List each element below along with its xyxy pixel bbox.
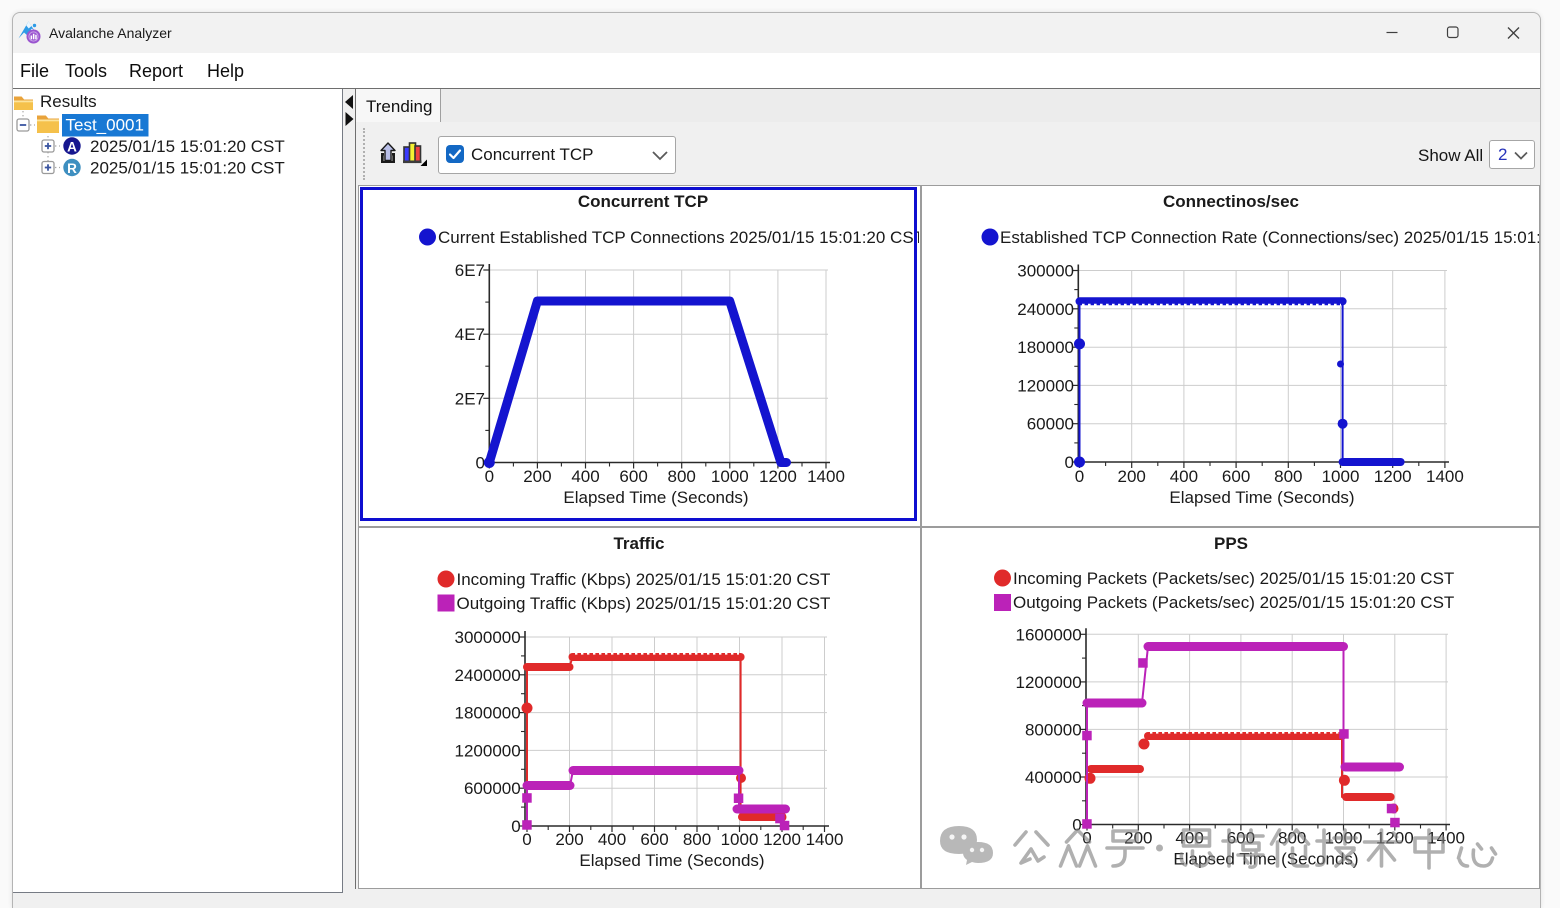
svg-text:200: 200 (555, 830, 583, 849)
svg-text:1200: 1200 (1374, 467, 1412, 486)
svg-text:1200000: 1200000 (455, 741, 521, 760)
svg-text:1800000: 1800000 (455, 704, 521, 723)
svg-text:0: 0 (522, 830, 531, 849)
svg-text:240000: 240000 (1017, 300, 1074, 319)
svg-text:600: 600 (1222, 467, 1250, 486)
svg-text:A: A (67, 140, 77, 155)
svg-text:1200000: 1200000 (1016, 673, 1082, 692)
svg-text:Incoming Traffic (Kbps) 2025/0: Incoming Traffic (Kbps) 2025/01/15 15:01… (457, 570, 831, 589)
svg-text:2025/01/15 15:01:20 CST: 2025/01/15 15:01:20 CST (90, 159, 285, 178)
svg-text:Outgoing Packets (Packets/sec): Outgoing Packets (Packets/sec) 2025/01/1… (1013, 593, 1454, 612)
svg-text:2025/01/15 15:01:20 CST: 2025/01/15 15:01:20 CST (90, 137, 285, 156)
svg-text:Connectinos/sec: Connectinos/sec (1163, 192, 1299, 211)
svg-text:3000000: 3000000 (455, 628, 521, 647)
svg-text:1000: 1000 (721, 830, 759, 849)
svg-text:400000: 400000 (1025, 768, 1082, 787)
svg-text:0: 0 (511, 817, 520, 836)
svg-text:200: 200 (1118, 467, 1146, 486)
svg-text:1400: 1400 (1426, 467, 1464, 486)
svg-text:400: 400 (598, 830, 626, 849)
svg-text:Established TCP Connection Rat: Established TCP Connection Rate (Connect… (1000, 228, 1539, 247)
svg-text:Incoming Packets (Packets/sec): Incoming Packets (Packets/sec) 2025/01/1… (1013, 569, 1454, 588)
svg-text:1400: 1400 (806, 830, 844, 849)
svg-text:PPS: PPS (1214, 534, 1248, 553)
svg-text:120000: 120000 (1017, 376, 1074, 395)
svg-text:Results: Results (40, 92, 97, 111)
svg-text:600: 600 (640, 830, 668, 849)
svg-text:300000: 300000 (1017, 262, 1074, 281)
svg-text:Test_0001: Test_0001 (66, 116, 144, 135)
svg-text:400: 400 (1170, 467, 1198, 486)
svg-text:Elapsed Time (Seconds): Elapsed Time (Seconds) (579, 851, 764, 870)
svg-text:0: 0 (1075, 467, 1084, 486)
svg-text:60000: 60000 (1027, 415, 1074, 434)
svg-text:0: 0 (1065, 453, 1074, 472)
svg-text:800: 800 (683, 830, 711, 849)
svg-text:1000: 1000 (1322, 467, 1360, 486)
svg-text:Elapsed Time (Seconds): Elapsed Time (Seconds) (1169, 488, 1354, 507)
svg-text:Outgoing Traffic (Kbps) 2025/0: Outgoing Traffic (Kbps) 2025/01/15 15:01… (457, 594, 831, 613)
svg-text:800000: 800000 (1025, 720, 1082, 739)
svg-text:R: R (67, 161, 77, 176)
svg-text:1200: 1200 (763, 830, 801, 849)
svg-text:2400000: 2400000 (455, 666, 521, 685)
svg-text:180000: 180000 (1017, 338, 1074, 357)
svg-text:800: 800 (1274, 467, 1302, 486)
svg-text:1600000: 1600000 (1016, 625, 1082, 644)
svg-text:Traffic: Traffic (613, 534, 664, 553)
svg-text:600000: 600000 (464, 779, 521, 798)
